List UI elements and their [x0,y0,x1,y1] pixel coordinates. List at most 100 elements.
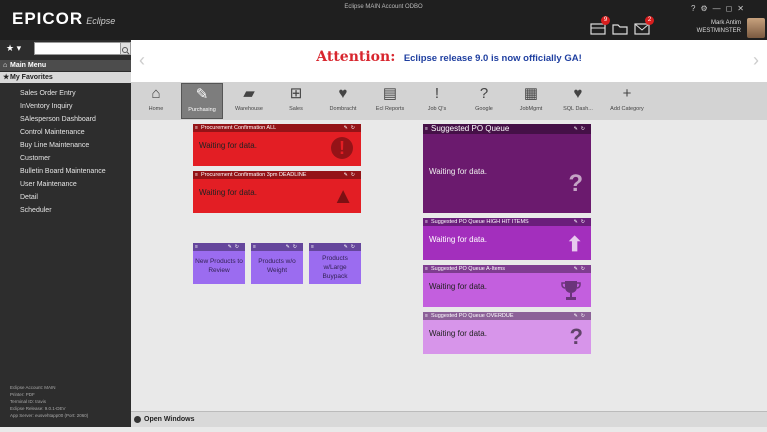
my-favorites-header[interactable]: ★ My Favorites [0,72,131,83]
mail-icon[interactable]: 2 [634,16,654,35]
favorite-item[interactable]: Buy Line Maintenance [0,139,131,152]
widget-suggested-po-a-items[interactable]: ≡ Suggested PO Queue A-Items ✎↻ Waiting fo… [423,265,591,307]
category-sales[interactable]: ⊞ Sales [275,83,317,119]
widget-tools[interactable]: ✎↻ [344,171,358,179]
widget-title: Suggested PO Queue HIGH HIT ITEMS [431,219,529,225]
category-home[interactable]: ⌂ Home [135,83,177,119]
avatar[interactable] [747,18,765,38]
drag-handle-icon[interactable]: ≡ [195,171,198,179]
widget-tools[interactable]: ✎↻ [344,124,358,132]
plus-icon: + [622,85,632,102]
category-purchasing[interactable]: ✎ Purchasing [181,83,223,119]
widget-header[interactable]: ≡ Suggested PO Queue A-Items ✎↻ [423,265,591,273]
widget-header[interactable]: ≡ Procurement Confirmation ALL ✎↻ [193,124,361,132]
drag-handle-icon[interactable]: ≡ [253,243,256,251]
category-google[interactable]: ? Google [463,83,505,119]
drag-handle-icon[interactable]: ≡ [425,312,428,320]
category-jobmgmt[interactable]: ▦ JobMgmt [510,83,552,119]
drag-handle-icon[interactable]: ≡ [425,218,428,226]
widget-header[interactable]: ≡ ✎↻ [251,243,303,251]
category-sql-dash[interactable]: ♥ SQL Dash... [557,83,599,119]
arrow-up-icon: ⬆ [566,234,583,256]
favorite-item[interactable]: Control Maintenance [0,126,131,139]
widget-products-without-weight[interactable]: ≡ ✎↻ Products w/o Weight [251,243,303,284]
widget-suggested-po-high-hit-items[interactable]: ≡ Suggested PO Queue HIGH HIT ITEMS ✎↻ Wai… [423,218,591,260]
favorite-item[interactable]: Customer [0,152,131,165]
announcement-message: Eclipse release 9.0 is now officially GA… [403,53,582,64]
favorite-star-dropdown-icon[interactable]: ★ ▾ [6,43,21,54]
folder-icon[interactable] [612,22,628,35]
drag-handle-icon[interactable]: ≡ [195,124,198,132]
favorite-item[interactable]: Scheduler [0,204,131,217]
widget-suggested-po-queue[interactable]: ≡ Suggested PO Queue ✎↻ Waiting for data.? [423,124,591,213]
widget-title: Procurement Confirmation 3pm DEADLINE [201,172,307,178]
widget-procurement-confirmation-deadline[interactable]: ≡ Procurement Confirmation 3pm DEADLINE ✎↻… [193,171,361,213]
trophy-icon [561,281,581,300]
widget-body: Waiting for data. ▲ [193,179,361,213]
widget-tools[interactable]: ✎↻ [574,218,588,226]
widget-tools[interactable]: ✎↻ [286,243,300,251]
session-release: Eclipse Release: 9.0.1-DEV [10,406,66,411]
widget-body: Waiting for data.? [423,320,591,354]
widget-tools[interactable]: ✎↻ [344,243,358,251]
widget-status: Waiting for data. [429,235,487,244]
session-printer: Printer: PDF [10,392,35,397]
widget-new-products[interactable]: ≡ ✎↻ New Products to Review [193,243,245,284]
category-warehouse[interactable]: ▰ Warehouse [228,83,270,119]
widget-products-large-buypack[interactable]: ≡ ✎↻ Products w/Large Buypack [309,243,361,284]
category-ecl-reports[interactable]: ▤ Ecl Reports [369,83,411,119]
open-windows-bar[interactable]: Open Windows [131,411,767,427]
favorite-item[interactable]: Detail [0,191,131,204]
next-arrow-icon[interactable]: › [753,50,759,71]
widget-tools[interactable]: ✎↻ [228,243,242,251]
main-menu-header[interactable]: ⌂ Main Menu [0,60,131,71]
widget-status: Waiting for data. [429,167,487,176]
add-category-button[interactable]: + Add Category [601,83,653,119]
widget-header[interactable]: ≡ ✎↻ [309,243,361,251]
favorite-item[interactable]: SAlesperson Dashboard [0,113,131,126]
favorite-item[interactable]: InVentory Inquiry [0,100,131,113]
favorite-item[interactable]: Sales Order Entry [0,87,131,100]
widget-suggested-po-overdue[interactable]: ≡ Suggested PO Queue OVERDUE ✎↻ Waiting fo… [423,312,591,354]
widget-header[interactable]: ≡ Suggested PO Queue ✎↻ [423,124,591,134]
widget-body: Waiting for data. ⬆ [423,226,591,260]
calculator-icon: ▦ [523,85,539,102]
favorite-item[interactable]: Bulletin Board Maintenance [0,165,131,178]
settings-gear-icon[interactable]: ⚙ [700,4,712,13]
widget-body: Waiting for data. [423,273,591,307]
widget-title: Procurement Confirmation ALL [201,125,277,131]
widget-body: Waiting for data.! [193,132,361,166]
user-info[interactable]: Mark Antim WESTMINSTER [697,19,741,35]
announcement-banner: ‹ Attention: Eclipse release 9.0 is now … [131,40,767,87]
widget-tools[interactable]: ✎↻ [574,124,588,134]
widget-header[interactable]: ≡ Suggested PO Queue HIGH HIT ITEMS ✎↻ [423,218,591,226]
warning-triangle-icon: ▲ [332,183,354,208]
home-icon: ⌂ [151,85,161,102]
minimize-icon[interactable]: — [713,4,726,13]
widget-header[interactable]: ≡ Suggested PO Queue OVERDUE ✎↻ [423,312,591,320]
widget-tools[interactable]: ✎↻ [574,265,588,273]
drag-handle-icon[interactable]: ≡ [195,243,198,251]
close-icon[interactable]: ✕ [737,4,749,13]
home-icon: ⌂ [3,62,8,69]
maximize-icon[interactable]: ◻ [726,4,738,13]
gift-icon: ⊞ [289,85,303,102]
category-dombracht[interactable]: ♥ Dombracht [322,83,364,119]
widget-status: Waiting for data. [429,282,487,291]
widget-header[interactable]: ≡ Procurement Confirmation 3pm DEADLINE ✎↻ [193,171,361,179]
favorite-item[interactable]: User Maintenance [0,178,131,191]
widget-status: Waiting for data. [199,141,257,150]
search-icon[interactable] [120,42,131,55]
widget-header[interactable]: ≡ ✎↻ [193,243,245,251]
drag-handle-icon[interactable]: ≡ [425,124,428,134]
favorites-search-input[interactable] [34,42,121,55]
category-job-qs[interactable]: ! Job Q's [416,83,458,119]
alert-icon: ! [434,85,440,102]
messages-icon[interactable]: 9 [590,16,610,35]
widget-tools[interactable]: ✎↻ [574,312,588,320]
widget-procurement-confirmation-all[interactable]: ≡ Procurement Confirmation ALL ✎↻ Waiting … [193,124,361,166]
question-mark-icon: ? [568,170,583,197]
drag-handle-icon[interactable]: ≡ [425,265,428,273]
user-name: Mark Antim [710,20,741,26]
drag-handle-icon[interactable]: ≡ [311,243,314,251]
